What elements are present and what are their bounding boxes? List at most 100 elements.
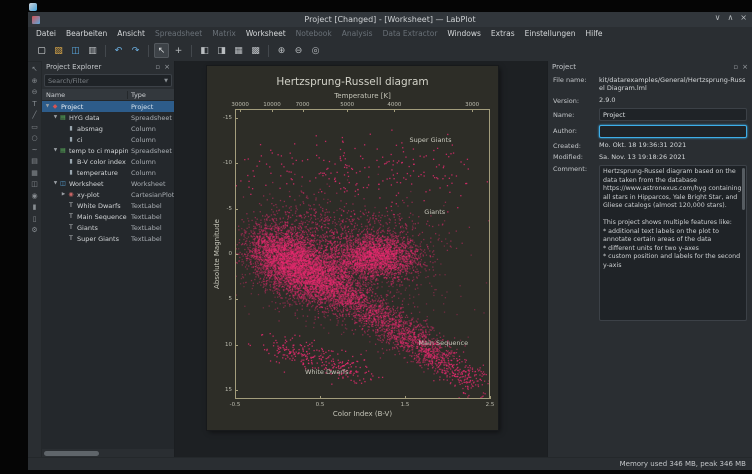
close-button[interactable]: × — [740, 13, 747, 22]
menu-datei[interactable]: Datei — [31, 29, 61, 38]
zoom-out-icon[interactable]: ⊖ — [291, 43, 306, 58]
menu-worksheet[interactable]: Worksheet — [241, 29, 291, 38]
close-panel-icon[interactable]: × — [742, 64, 748, 71]
menu-ansicht[interactable]: Ansicht — [112, 29, 150, 38]
settings-icon[interactable]: ⚙ — [31, 227, 37, 234]
titlebar[interactable]: Project [Changed] - [Worksheet] — LabPlo… — [28, 12, 752, 27]
bottom-tick-label: 2.5 — [486, 402, 495, 408]
break-layout-icon[interactable]: ▩ — [248, 43, 263, 58]
line-icon[interactable]: ╱ — [32, 112, 36, 119]
maximize-button[interactable]: ∧ — [727, 13, 733, 22]
tree-header[interactable]: Name Type — [42, 89, 174, 101]
tree-row-temperature[interactable]: ▮temperatureColumn — [42, 167, 174, 178]
matrix-icon[interactable]: ▦ — [31, 170, 38, 177]
select-mode-icon[interactable]: ↖ — [154, 43, 169, 58]
menu-data-extractor[interactable]: Data Extractor — [378, 29, 443, 38]
menu-hilfe[interactable]: Hilfe — [580, 29, 607, 38]
spreadsheet-icon[interactable]: ▤ — [31, 158, 38, 165]
plot-annotation-super-giants[interactable]: Super Giants — [410, 136, 452, 144]
spreadsheet-icon: ▤ — [59, 148, 67, 154]
worksheet-icon[interactable]: ◫ — [31, 181, 38, 188]
menu-extras[interactable]: Extras — [486, 29, 520, 38]
undo-icon[interactable]: ↶ — [111, 43, 126, 58]
plot-icon[interactable]: ◉ — [31, 193, 37, 200]
zoom-fit-icon[interactable]: ◎ — [308, 43, 323, 58]
plot-annotation-white-dwarfs[interactable]: White Dwarfs — [305, 368, 349, 376]
pointer-icon[interactable]: ↖ — [32, 66, 38, 73]
search-input[interactable]: Search/Filter ▼ — [44, 74, 172, 87]
rect-icon[interactable]: ▭ — [31, 124, 38, 131]
menubar: DateiBearbeitenAnsichtSpreadsheetMatrixW… — [28, 27, 752, 40]
scatter-plot-canvas[interactable] — [235, 109, 490, 399]
menu-notebook[interactable]: Notebook — [291, 29, 337, 38]
notes-icon[interactable]: ▯ — [33, 216, 37, 223]
tree-row-label: Main Sequence — [77, 213, 127, 221]
menu-spreadsheet[interactable]: Spreadsheet — [150, 29, 207, 38]
menu-matrix[interactable]: Matrix — [207, 29, 241, 38]
modified-label: Modified: — [553, 153, 599, 161]
menu-bearbeiten[interactable]: Bearbeiten — [61, 29, 112, 38]
horizontal-layout-icon[interactable]: ◨ — [214, 43, 229, 58]
name-field[interactable]: Project — [599, 108, 747, 121]
print-icon[interactable]: ▥ — [85, 43, 100, 58]
tree-row-xy-plot[interactable]: ▶◉xy-plotCartesianPlot — [42, 189, 174, 200]
tree-row-type: TextLabel — [128, 213, 174, 221]
menu-windows[interactable]: Windows — [442, 29, 485, 38]
expander-icon[interactable]: ▼ — [52, 115, 59, 120]
tree-row-project[interactable]: ▼◆ProjectProject — [42, 101, 174, 112]
tree-row-giants[interactable]: TGiantsTextLabel — [42, 222, 174, 233]
column-header-type[interactable]: Type — [128, 91, 174, 99]
taskbar-app-icon[interactable] — [29, 3, 37, 11]
zoom-in-icon[interactable]: ⊕ — [274, 43, 289, 58]
worksheet-sheet[interactable]: Hertzsprung-Russell diagram Temperature … — [207, 66, 498, 430]
filter-icon[interactable]: ▼ — [164, 78, 168, 84]
scrollbar-thumb[interactable] — [44, 451, 99, 456]
tree-row-name-cell: ▼◫Worksheet — [42, 180, 128, 188]
tree-row-super-giants[interactable]: TSuper GiantsTextLabel — [42, 233, 174, 244]
new-document-icon[interactable]: ▢ — [34, 43, 49, 58]
float-panel-icon[interactable]: ▫ — [733, 64, 738, 71]
tree-row-name-cell: ▮B-V color index — [42, 158, 128, 166]
save-document-icon[interactable]: ◫ — [68, 43, 83, 58]
expander-icon[interactable]: ▼ — [52, 181, 59, 186]
tree-row-main-sequence[interactable]: TMain SequenceTextLabel — [42, 211, 174, 222]
tree-row-hyg-data[interactable]: ▼▤HYG dataSpreadsheet — [42, 112, 174, 123]
bottom-tick-label: -0.5 — [230, 402, 241, 408]
plot-annotation-giants[interactable]: Giants — [424, 208, 445, 216]
explorer-hscrollbar[interactable] — [42, 449, 174, 457]
tree-row-temp-to-ci-mapping[interactable]: ▼▤temp to ci mappingSpreadsheet — [42, 145, 174, 156]
vertical-layout-icon[interactable]: ◧ — [197, 43, 212, 58]
menu-einstellungen[interactable]: Einstellungen — [520, 29, 581, 38]
float-panel-icon[interactable]: ▫ — [155, 64, 160, 71]
expander-icon[interactable]: ▼ — [44, 104, 51, 109]
tree-row-b-v-color-index[interactable]: ▮B-V color indexColumn — [42, 156, 174, 167]
ellipse-icon[interactable]: ○ — [31, 135, 37, 142]
menu-analysis[interactable]: Analysis — [337, 29, 378, 38]
tree-row-ci[interactable]: ▮ciColumn — [42, 134, 174, 145]
toolbar-separator — [148, 45, 149, 57]
redo-icon[interactable]: ↷ — [128, 43, 143, 58]
zoom-in-icon[interactable]: ⊕ — [32, 78, 38, 85]
expander-icon[interactable]: ▶ — [60, 192, 67, 197]
curve-icon[interactable]: ~ — [32, 147, 38, 154]
zoom-out-icon[interactable]: ⊖ — [32, 89, 38, 96]
tree-row-white-dwarfs[interactable]: TWhite DwarfsTextLabel — [42, 200, 174, 211]
navigate-mode-icon[interactable]: + — [171, 43, 186, 58]
column-header-name[interactable]: Name — [42, 91, 128, 99]
tree-row-name-cell: ▶◉xy-plot — [42, 191, 128, 199]
author-field[interactable] — [599, 125, 747, 138]
minimize-button[interactable]: ∨ — [715, 13, 721, 22]
expander-icon[interactable]: ▼ — [52, 148, 59, 153]
name-label: Name: — [553, 111, 599, 119]
histogram-icon[interactable]: ▮ — [33, 204, 37, 211]
open-document-icon[interactable]: ▧ — [51, 43, 66, 58]
comment-field[interactable]: Hertzsprung-Russel diagram based on the … — [599, 165, 747, 321]
plot-annotation-main-sequence[interactable]: Main Sequence — [418, 339, 468, 347]
grid-layout-icon[interactable]: ▦ — [231, 43, 246, 58]
text-label-icon[interactable]: T — [32, 101, 36, 108]
tree-row-worksheet[interactable]: ▼◫WorksheetWorksheet — [42, 178, 174, 189]
tree-row-label: xy-plot — [77, 191, 99, 199]
tree-row-absmag[interactable]: ▮absmagColumn — [42, 123, 174, 134]
scrollbar-thumb[interactable] — [742, 168, 745, 210]
close-panel-icon[interactable]: × — [164, 64, 170, 71]
